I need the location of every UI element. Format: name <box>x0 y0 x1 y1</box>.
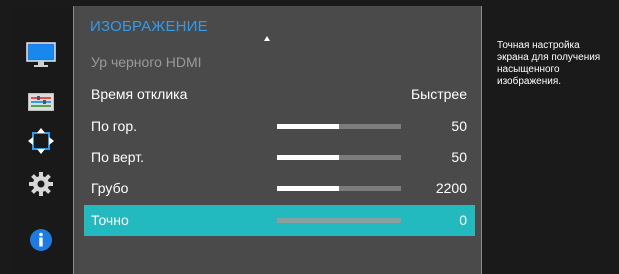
menu-item-fine[interactable]: Точно 0 <box>84 205 475 236</box>
sidebar-item-information[interactable] <box>10 223 72 257</box>
scroll-up-arrow-icon[interactable] <box>264 36 270 41</box>
coarse-slider[interactable] <box>277 186 401 191</box>
menu-item-label: По гор. <box>91 118 137 134</box>
menu-item-value: 0 <box>459 212 467 228</box>
menu-item-h-position[interactable]: По гор. 50 <box>84 111 475 142</box>
sidebar-item-size-position[interactable] <box>10 124 72 158</box>
slider-fill <box>277 155 339 160</box>
menu-item-label: Ур черного HDMI <box>91 54 202 70</box>
sidebar-item-color[interactable] <box>10 85 72 119</box>
slider-fill <box>277 124 339 129</box>
information-icon <box>30 229 52 251</box>
slider-fill <box>277 186 339 191</box>
help-text: Точная настройка экрана для получения на… <box>497 40 601 87</box>
menu-item-value: 50 <box>451 118 467 134</box>
fine-slider[interactable] <box>277 218 401 223</box>
menu-item-label: Время отклика <box>91 86 188 102</box>
menu-item-coarse[interactable]: Грубо 2200 <box>84 173 475 204</box>
sidebar-item-setup[interactable] <box>10 167 72 201</box>
menu-item-hdmi-black-level: Ур черного HDMI <box>84 47 475 78</box>
help-panel: Точная настройка экрана для получения на… <box>483 6 619 274</box>
gear-icon <box>29 172 53 196</box>
size-position-icon <box>28 128 54 154</box>
menu-title: ИЗОБРАЖЕНИЕ <box>90 18 208 35</box>
menu-item-value: 50 <box>451 149 467 165</box>
menu-item-label: Точно <box>91 212 129 228</box>
menu-item-value: 2200 <box>435 180 467 196</box>
menu-item-v-position[interactable]: По верт. 50 <box>84 142 475 173</box>
menu-item-value: Быстрее <box>410 86 467 102</box>
menu-panel: ИЗОБРАЖЕНИЕ Ур черного HDMI Время отклик… <box>73 6 482 274</box>
h-position-slider[interactable] <box>277 124 401 129</box>
osd-window: ИЗОБРАЖЕНИЕ Ур черного HDMI Время отклик… <box>0 0 619 274</box>
sidebar-item-picture[interactable] <box>10 38 72 72</box>
color-icon <box>28 93 54 111</box>
picture-icon <box>26 42 56 67</box>
menu-item-label: Грубо <box>91 180 129 196</box>
menu-item-response-time[interactable]: Время отклика Быстрее <box>84 79 475 110</box>
category-sidebar <box>10 6 72 274</box>
v-position-slider[interactable] <box>277 155 401 160</box>
menu-item-label: По верт. <box>91 149 145 165</box>
